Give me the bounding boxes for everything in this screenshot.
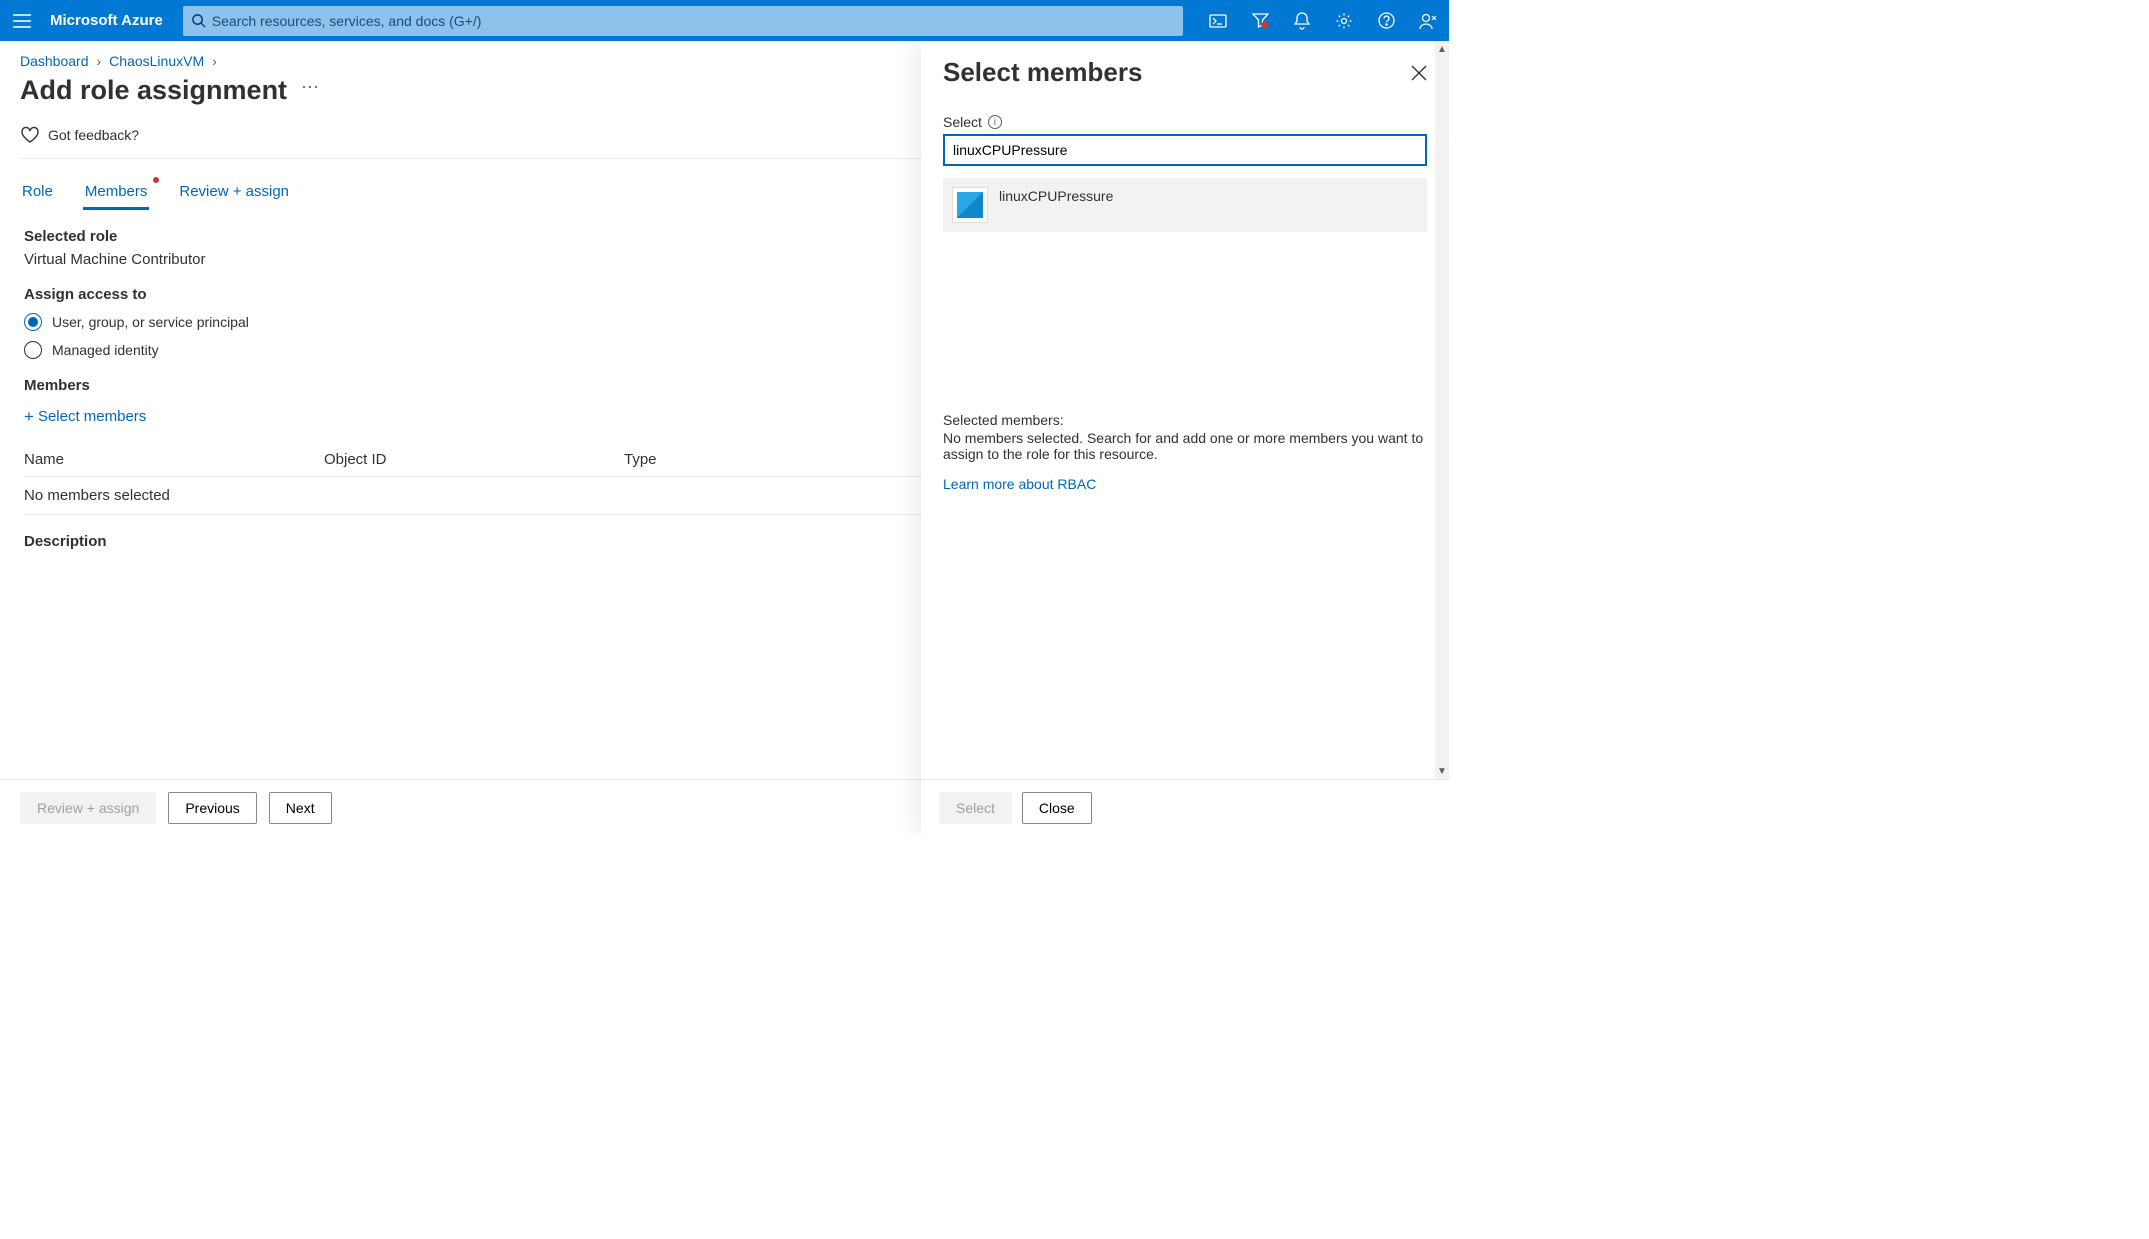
tab-role[interactable]: Role <box>20 177 55 210</box>
plus-icon: + <box>24 408 34 425</box>
info-icon[interactable]: i <box>988 115 1002 129</box>
search-icon <box>191 13 206 28</box>
breadcrumb-item[interactable]: Dashboard <box>20 53 89 69</box>
scroll-up-icon[interactable]: ▲ <box>1435 41 1449 57</box>
panel-title: Select members <box>943 57 1142 88</box>
heart-icon <box>20 126 40 144</box>
next-button[interactable]: Next <box>269 792 332 824</box>
search-result-item[interactable]: linuxCPUPressure <box>943 178 1427 232</box>
topbar-actions <box>1197 0 1449 41</box>
top-bar: Microsoft Azure <box>0 0 1449 41</box>
review-assign-button: Review + assign <box>20 792 156 824</box>
tab-indicator-dot <box>153 177 159 183</box>
selected-members-message: No members selected. Search for and add … <box>943 430 1427 462</box>
column-type: Type <box>624 451 824 468</box>
selected-members-label: Selected members: <box>943 412 1427 428</box>
page-title: Add role assignment <box>20 75 287 106</box>
scroll-down-icon[interactable]: ▼ <box>1435 763 1449 779</box>
tab-review-assign[interactable]: Review + assign <box>177 177 291 210</box>
radio-label: User, group, or service principal <box>52 314 249 330</box>
radio-icon <box>24 313 42 331</box>
select-search-input[interactable] <box>943 134 1427 166</box>
radio-label: Managed identity <box>52 342 159 358</box>
help-icon[interactable] <box>1365 0 1407 41</box>
search-input[interactable] <box>206 13 1175 29</box>
feedback-label: Got feedback? <box>48 127 139 143</box>
radio-icon <box>24 341 42 359</box>
tab-members[interactable]: Members <box>83 177 150 210</box>
settings-icon[interactable] <box>1323 0 1365 41</box>
main-content: Dashboard › ChaosLinuxVM › Add role assi… <box>0 41 1449 835</box>
directory-filter-icon[interactable] <box>1239 0 1281 41</box>
result-name: linuxCPUPressure <box>999 188 1113 204</box>
panel-select-button: Select <box>939 792 1012 824</box>
brand-label[interactable]: Microsoft Azure <box>44 12 177 29</box>
result-thumbnail-icon <box>953 188 987 222</box>
feedback-person-icon[interactable] <box>1407 0 1449 41</box>
select-members-link[interactable]: + Select members <box>24 408 146 425</box>
panel-close-button[interactable]: Close <box>1022 792 1092 824</box>
close-icon[interactable] <box>1411 65 1427 81</box>
learn-rbac-link[interactable]: Learn more about RBAC <box>943 476 1096 492</box>
select-members-panel: Select members Select i linuxCPUPressure… <box>921 41 1449 835</box>
more-actions-icon[interactable]: ··· <box>301 76 319 97</box>
cloud-shell-icon[interactable] <box>1197 0 1239 41</box>
chevron-right-icon: › <box>212 53 217 69</box>
select-field-label: Select <box>943 114 982 130</box>
global-search[interactable] <box>183 6 1183 36</box>
column-name: Name <box>24 451 284 468</box>
previous-button[interactable]: Previous <box>168 792 256 824</box>
hamburger-icon[interactable] <box>0 0 44 41</box>
notifications-icon[interactable] <box>1281 0 1323 41</box>
panel-scrollbar[interactable]: ▲ ▼ <box>1435 41 1449 779</box>
column-object-id: Object ID <box>324 451 584 468</box>
chevron-right-icon: › <box>97 53 102 69</box>
breadcrumb-item[interactable]: ChaosLinuxVM <box>109 53 204 69</box>
